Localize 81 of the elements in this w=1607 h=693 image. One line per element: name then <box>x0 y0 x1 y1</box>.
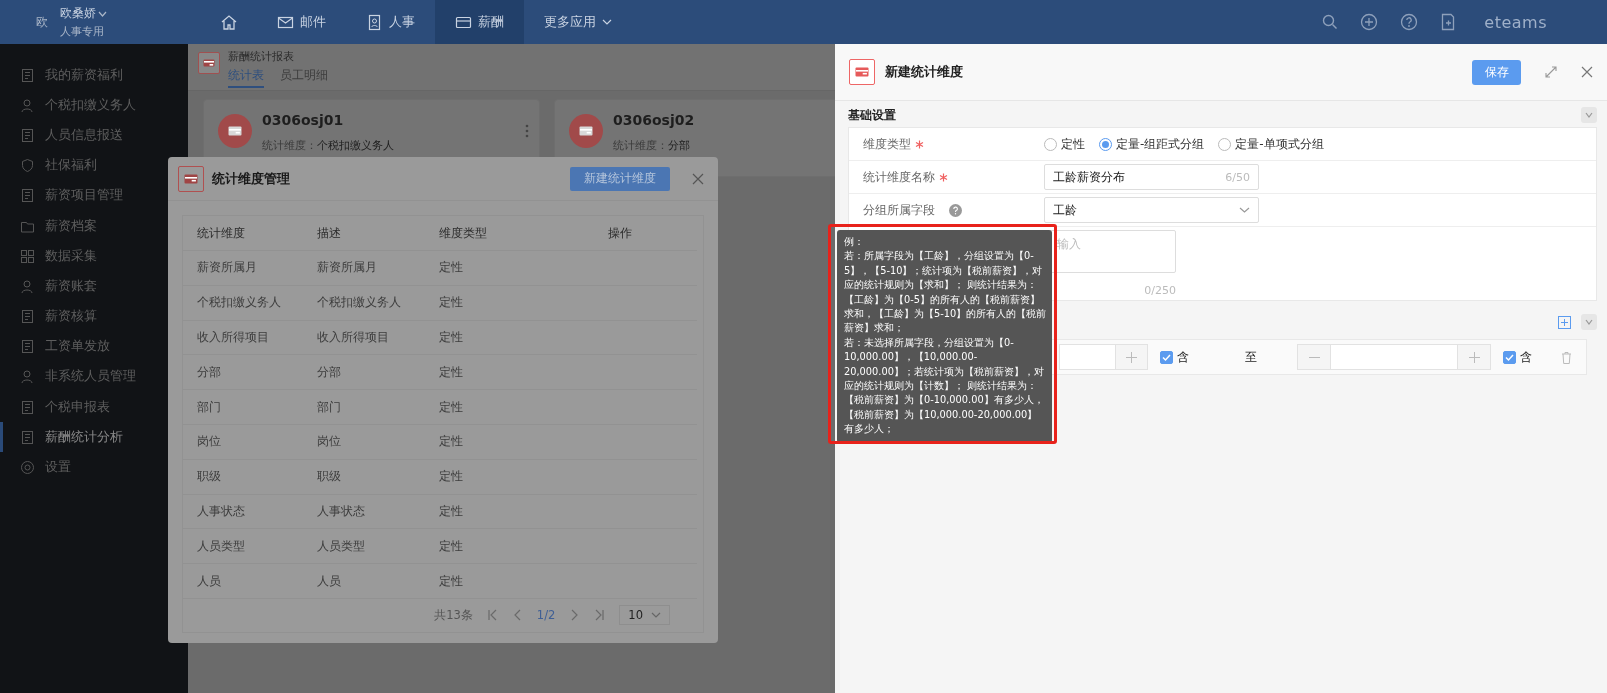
table-cell-text: 分部 <box>197 364 222 380</box>
table-cell-text: 定性 <box>439 260 464 276</box>
sidebar-item[interactable]: 个税扣缴义务人 <box>0 90 188 121</box>
sidebar-item[interactable]: 薪资档案 <box>0 210 188 242</box>
table-cell-text: 人员 <box>317 573 342 589</box>
tooltip-text: 例： <box>844 235 865 249</box>
sidebar-item[interactable]: 工资单发放 <box>0 331 188 362</box>
table-cell-text: 职级 <box>197 469 222 485</box>
table-cell-text: 人事状态 <box>197 503 246 519</box>
character-count: 6/50 <box>1225 170 1250 184</box>
total-count: 共13条 <box>434 607 473 623</box>
table-cell-text: 岗位 <box>317 434 342 450</box>
range-separator: 至 <box>1245 348 1257 366</box>
brand-logo[interactable]: eteams <box>1484 12 1547 32</box>
sidebar-item[interactable]: 我的薪资福利 <box>0 60 188 91</box>
sidebar-item[interactable]: 社保福利 <box>0 150 188 181</box>
page-title: 薪酬统计报表 <box>228 50 295 64</box>
table-cell-text: 定性 <box>439 295 464 311</box>
nav-tab[interactable]: 薪酬 <box>435 0 524 44</box>
table-cell-text: 分部 <box>317 364 342 380</box>
table-cell-text: 人事状态 <box>317 503 366 519</box>
include-checkbox[interactable]: 含 <box>1160 348 1189 366</box>
table-cell-text: 人员 <box>197 573 222 589</box>
column-header: 操作 <box>608 225 633 241</box>
table-cell-text: 定性 <box>439 330 464 345</box>
section-title: 基础设置 <box>848 106 896 124</box>
nav-tab[interactable]: 人事 <box>346 0 435 44</box>
user-role: 人事专用 <box>60 24 105 39</box>
table-cell-text: 人员类型 <box>197 538 246 554</box>
table-cell-text: 定性 <box>439 399 464 415</box>
radio-option[interactable]: 定量-单项式分组 <box>1218 135 1324 153</box>
input-field[interactable]: 工龄薪资分布 6/50 <box>1044 164 1259 190</box>
table-cell-text: 定性 <box>439 573 464 589</box>
radio-option[interactable]: 定性 <box>1044 135 1085 153</box>
page-number: 1/2 <box>536 608 556 623</box>
user-name[interactable]: 欧桑娇 <box>60 5 96 22</box>
column-header: 统计维度 <box>197 225 246 241</box>
sidebar-item[interactable]: 人员信息报送 <box>0 120 188 151</box>
sidebar-item[interactable]: 设置 <box>0 452 188 483</box>
table-cell-text: 定性 <box>439 434 464 450</box>
save-button[interactable]: 保存 <box>1472 59 1521 85</box>
character-count: 0/250 <box>1144 284 1176 297</box>
table-cell-text: 收入所得项目 <box>317 330 390 345</box>
table-cell-text: 定性 <box>439 538 464 554</box>
page-size-select[interactable]: 10 <box>619 605 670 626</box>
table-cell-text: 人员类型 <box>317 538 366 554</box>
table-cell-text: 定性 <box>439 469 464 485</box>
sidebar-item[interactable]: 薪资项目管理 <box>0 180 188 211</box>
field-label: 统计维度名称 <box>863 168 935 186</box>
table-cell-text: 部门 <box>197 399 222 415</box>
tooltip-text: 若：未选择所属字段，分组设置为【0-10,000.00】，【10,000.00-20,000.00】；若统计项为【税前薪资】，对应的统计规则为【计数】； 则统计结果为：【税前薪资】为【0-10,000.00】有多少人，【税前薪资】为【10,000.00-20,000.00】有多少人； <box>844 335 1045 437</box>
table-cell-text: 部门 <box>317 399 342 415</box>
sidebar-item[interactable]: 数据采集 <box>0 241 188 272</box>
nav-tab[interactable]: 邮件 <box>257 0 346 44</box>
include-checkbox[interactable]: 含 <box>1503 348 1532 366</box>
column-header: 描述 <box>317 225 342 241</box>
select-field[interactable]: 工龄 <box>1044 197 1259 223</box>
tooltip-text: 若：所属字段为【工龄】，分组设置为【0-5】，【5-10】；统计项为【税前薪资】，对应的统计规则为【求和】； 则统计结果为：【工龄】为【0-5】的所有人的【税前薪资】求和，【工龄】为【5-10】的所有人的【税前薪资】求和； <box>844 249 1047 336</box>
nav-tab[interactable]: 更多应用 <box>524 0 632 44</box>
sidebar-item[interactable]: 非系统人员管理 <box>0 361 188 393</box>
table-cell-text: 个税扣缴义务人 <box>317 295 402 311</box>
table-cell-text: 个税扣缴义务人 <box>197 295 282 311</box>
table-cell-text: 岗位 <box>197 434 222 450</box>
panel-title: 新建统计维度 <box>885 63 963 81</box>
report-name: 0306osj01 <box>262 112 345 128</box>
sidebar-item[interactable]: 薪资核算 <box>0 301 188 332</box>
report-name: 0306osj02 <box>613 112 695 128</box>
table-cell-text: 收入所得项目 <box>197 330 270 345</box>
table-cell-text: 职级 <box>317 469 342 485</box>
table-cell-text: 定性 <box>439 364 464 380</box>
table-cell-text: 定性 <box>439 503 464 519</box>
sidebar-item[interactable]: 薪资账套 <box>0 271 188 302</box>
new-dimension-button[interactable]: 新建统计维度 <box>570 166 670 191</box>
table-cell-text: 薪资所属月 <box>317 260 378 276</box>
user-avatar[interactable]: 欧 <box>36 13 48 31</box>
table-cell-text: 薪资所属月 <box>197 260 258 276</box>
field-label: 分组所属字段 <box>863 201 935 219</box>
field-label: 维度类型 <box>863 135 911 153</box>
radio-option[interactable]: 定量-组距式分组 <box>1099 135 1205 153</box>
column-header: 维度类型 <box>439 225 488 241</box>
sidebar-item[interactable]: 个税申报表 <box>0 392 188 423</box>
